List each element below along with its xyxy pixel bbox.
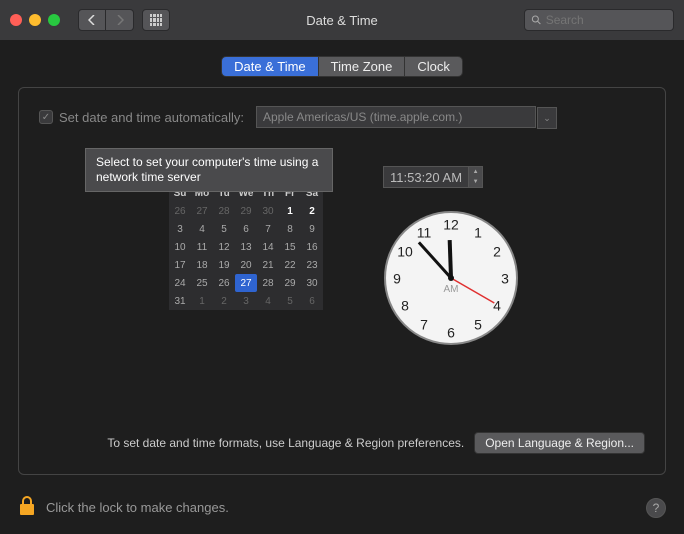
calendar-row: 17181920212223: [169, 256, 323, 274]
titlebar: Date & Time: [0, 0, 684, 40]
zoom-window[interactable]: [48, 14, 60, 26]
clock-ampm: AM: [444, 284, 459, 295]
tab-date-time[interactable]: Date & Time: [221, 56, 319, 77]
svg-text:8: 8: [401, 298, 409, 314]
close-window[interactable]: [10, 14, 22, 26]
digital-time[interactable]: 11:53:20 AM: [383, 166, 469, 188]
svg-text:2: 2: [493, 244, 501, 260]
time-block: 11:53:20 AM ▲▼ 1212 345 678 91011 AM: [383, 166, 519, 346]
window-controls: [10, 14, 60, 26]
calendar-row: 3456789: [169, 220, 323, 238]
tab-bar: Date & Time Time Zone Clock: [18, 56, 666, 77]
stepper-down-icon: ▼: [469, 177, 482, 187]
footer: Click the lock to make changes. ?: [18, 495, 666, 520]
svg-text:11: 11: [417, 225, 432, 241]
tab-clock[interactable]: Clock: [404, 56, 463, 77]
calendar: May 2020 ◀ ◆ ▶ SuMoTuWeThFrSa 2627282930…: [169, 166, 323, 346]
lock-icon[interactable]: [18, 495, 36, 520]
window-title: Date & Time: [306, 13, 378, 28]
time-server-value: Apple Americas/US (time.apple.com.): [263, 110, 462, 124]
grid-icon: [150, 14, 162, 26]
calendar-row: 262728293012: [169, 202, 323, 220]
svg-text:10: 10: [397, 244, 413, 260]
forward-button[interactable]: [106, 9, 134, 31]
chevron-down-icon[interactable]: ⌄: [537, 107, 557, 129]
auto-time-tooltip: Select to set your computer's time using…: [85, 148, 333, 192]
minimize-window[interactable]: [29, 14, 41, 26]
time-stepper[interactable]: ▲▼: [469, 166, 483, 188]
formats-hint-row: To set date and time formats, use Langua…: [39, 432, 645, 454]
search-field[interactable]: [524, 9, 674, 31]
svg-text:6: 6: [447, 325, 455, 341]
svg-text:7: 7: [420, 317, 428, 333]
stepper-up-icon: ▲: [469, 167, 482, 177]
svg-text:12: 12: [443, 217, 459, 233]
tab-time-zone[interactable]: Time Zone: [319, 56, 405, 77]
analog-clock: 1212 345 678 91011 AM: [383, 210, 519, 346]
calendar-row: 24252627282930: [169, 274, 323, 292]
show-all-button[interactable]: [142, 9, 170, 31]
svg-text:9: 9: [393, 271, 401, 287]
svg-text:4: 4: [493, 298, 501, 314]
back-button[interactable]: [78, 9, 106, 31]
formats-hint: To set date and time formats, use Langua…: [107, 436, 464, 450]
nav-buttons: [78, 9, 134, 31]
hour-hand: [450, 240, 451, 278]
auto-time-label: Set date and time automatically:: [59, 110, 244, 125]
svg-text:5: 5: [474, 317, 482, 333]
lock-label: Click the lock to make changes.: [46, 500, 229, 515]
svg-text:1: 1: [474, 225, 482, 241]
main-panel: ✓ Set date and time automatically: Apple…: [18, 87, 666, 475]
time-server-select[interactable]: Apple Americas/US (time.apple.com.) ⌄: [256, 106, 536, 128]
svg-text:3: 3: [501, 271, 509, 287]
calendar-row: 10111213141516: [169, 238, 323, 256]
calendar-row: 31123456: [169, 292, 323, 310]
search-icon: [531, 14, 542, 26]
help-button[interactable]: ?: [646, 498, 666, 518]
open-language-region-button[interactable]: Open Language & Region...: [474, 432, 645, 454]
search-input[interactable]: [546, 13, 667, 27]
auto-time-row: ✓ Set date and time automatically: Apple…: [39, 106, 645, 128]
auto-time-checkbox[interactable]: ✓: [39, 110, 53, 124]
